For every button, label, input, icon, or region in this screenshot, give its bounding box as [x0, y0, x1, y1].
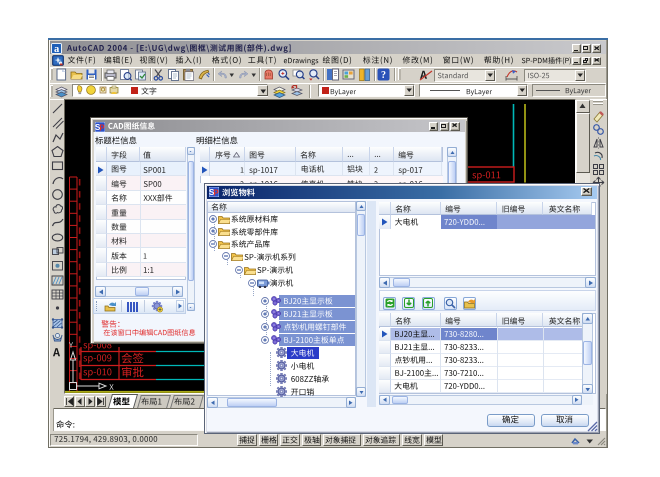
svg-text:?: ? [381, 70, 386, 81]
svg-text:P: P [99, 123, 105, 132]
svg-text:P: P [213, 188, 219, 197]
svg-text:a: a [54, 44, 60, 54]
